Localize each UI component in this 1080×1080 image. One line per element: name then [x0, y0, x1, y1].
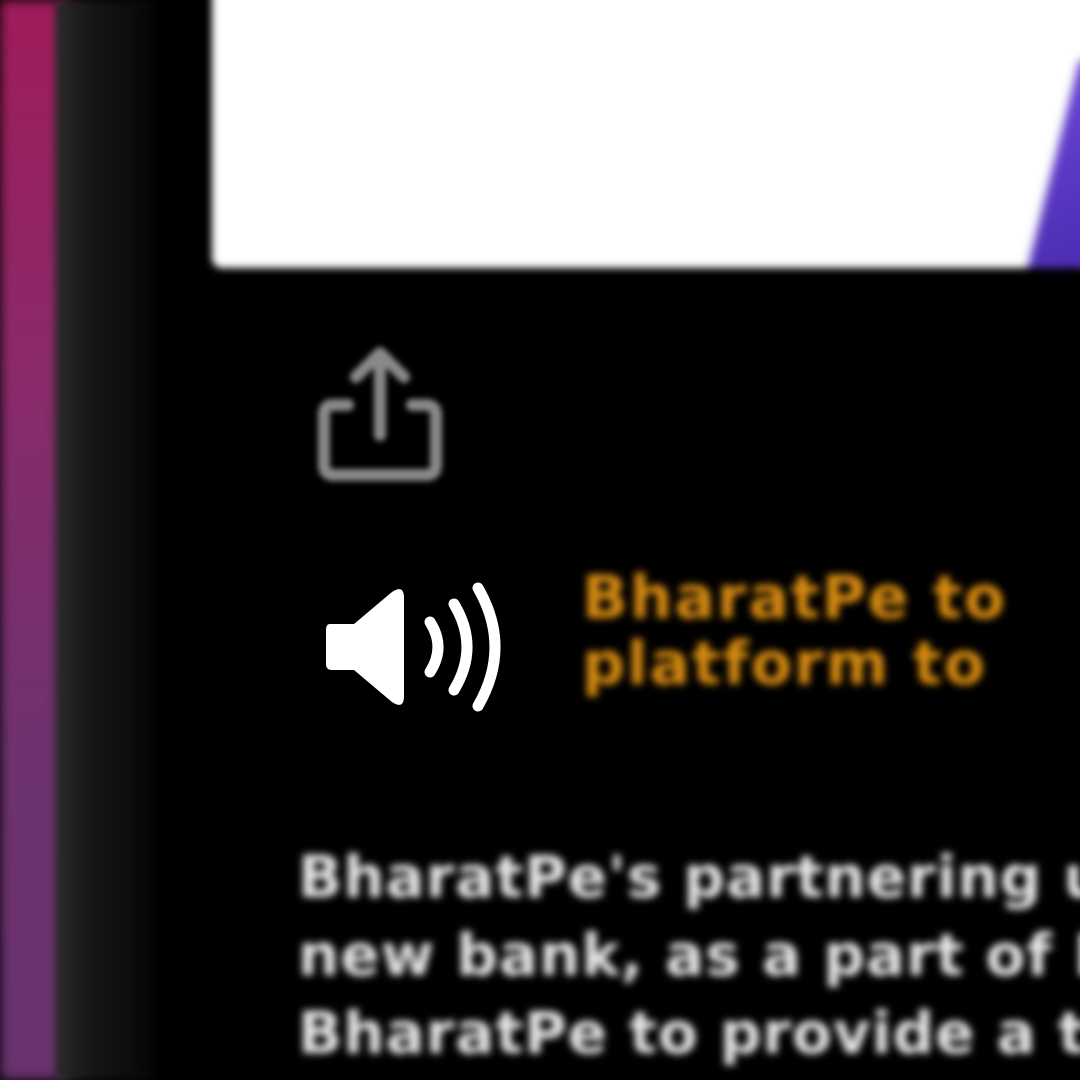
body-line: BharatPe's partnering up w: [298, 843, 1080, 911]
article-headline[interactable]: BharatPe to platform to: [582, 565, 1080, 697]
screen: BharatPe to platform to BharatPe's partn…: [0, 0, 1080, 1080]
headline-line: platform to: [582, 629, 987, 699]
body-line: BharatPe to provide a tech: [298, 999, 1080, 1067]
article-body: BharatPe's partnering up w new bank, as …: [298, 838, 1080, 1072]
headline-line: BharatPe to: [582, 563, 1008, 633]
listen-button[interactable]: [292, 560, 582, 740]
body-line: new bank, as a part of PM: [298, 921, 1080, 989]
article-image-accent: [1024, 60, 1080, 268]
article-image-card[interactable]: [212, 0, 1080, 268]
share-icon[interactable]: [310, 335, 450, 485]
background-gutter: [55, 0, 155, 1080]
speaker-volume-icon: [320, 582, 510, 712]
